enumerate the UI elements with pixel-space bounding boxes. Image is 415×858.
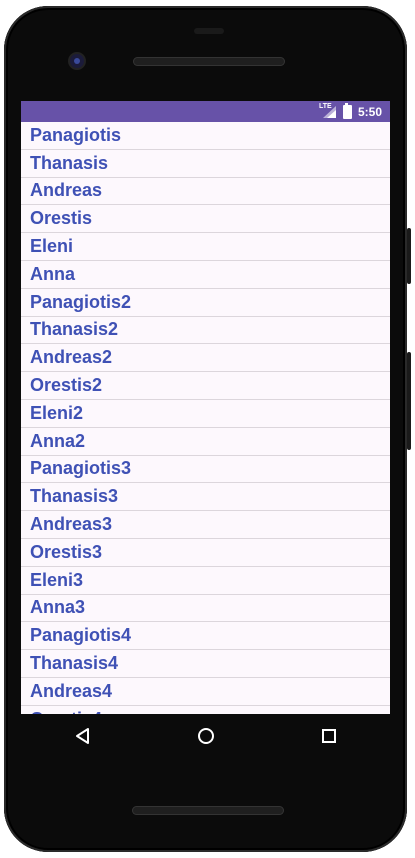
back-button[interactable] [63, 716, 103, 756]
list-item[interactable]: Eleni2 [21, 399, 390, 428]
list-item[interactable]: Anna2 [21, 427, 390, 456]
list-item[interactable]: Thanasis4 [21, 650, 390, 678]
navigation-bar [21, 714, 390, 758]
top-notch [194, 28, 224, 34]
list-item[interactable]: Thanasis2 [21, 316, 390, 345]
status-time: 5:50 [357, 104, 382, 119]
names-list[interactable]: Panagiotis Thanasis Andreas Orestis Eleni Ann… [21, 122, 390, 714]
status-bar: LTE 5:50 [21, 101, 390, 122]
list-item[interactable]: Andreas4 [21, 677, 390, 706]
front-camera-icon [70, 54, 84, 68]
list-item[interactable]: Orestis4 [21, 705, 390, 714]
list-item[interactable]: Eleni3 [21, 566, 390, 595]
list-item[interactable]: Anna3 [21, 594, 390, 623]
list-item[interactable]: Eleni [21, 233, 390, 261]
list-item[interactable]: Panagiotis2 [21, 288, 390, 317]
list-item[interactable]: Andreas2 [21, 344, 390, 373]
list-item[interactable]: Orestis3 [21, 538, 390, 567]
list-item[interactable]: Orestis2 [21, 372, 390, 400]
triangle-back-icon [75, 728, 89, 744]
status-icons: LTE 5:50 [319, 102, 382, 120]
lte-signal-icon: LTE [319, 103, 337, 119]
recents-button[interactable] [309, 716, 349, 756]
list-item[interactable]: Andreas [21, 177, 390, 206]
volume-button[interactable] [407, 352, 411, 450]
list-item[interactable]: Panagiotis4 [21, 622, 390, 651]
screen: LTE 5:50 Panagiotis Thanasis Andreas Oresti… [21, 101, 390, 714]
bottom-speaker [132, 806, 284, 815]
power-button[interactable] [407, 228, 411, 284]
list-item[interactable]: Thanasis [21, 149, 390, 178]
list-item[interactable]: Andreas3 [21, 511, 390, 539]
square-recents-icon [321, 729, 336, 743]
home-button[interactable] [186, 716, 226, 756]
list-item[interactable]: Thanasis3 [21, 483, 390, 512]
circle-home-icon [197, 728, 214, 744]
battery-icon [342, 102, 352, 119]
list-item[interactable]: Orestis [21, 205, 390, 234]
list-item[interactable]: Panagiotis [21, 122, 390, 150]
list-item[interactable]: Anna [21, 260, 390, 289]
list-item[interactable]: Panagiotis3 [21, 455, 390, 484]
earpiece-speaker [133, 57, 285, 66]
